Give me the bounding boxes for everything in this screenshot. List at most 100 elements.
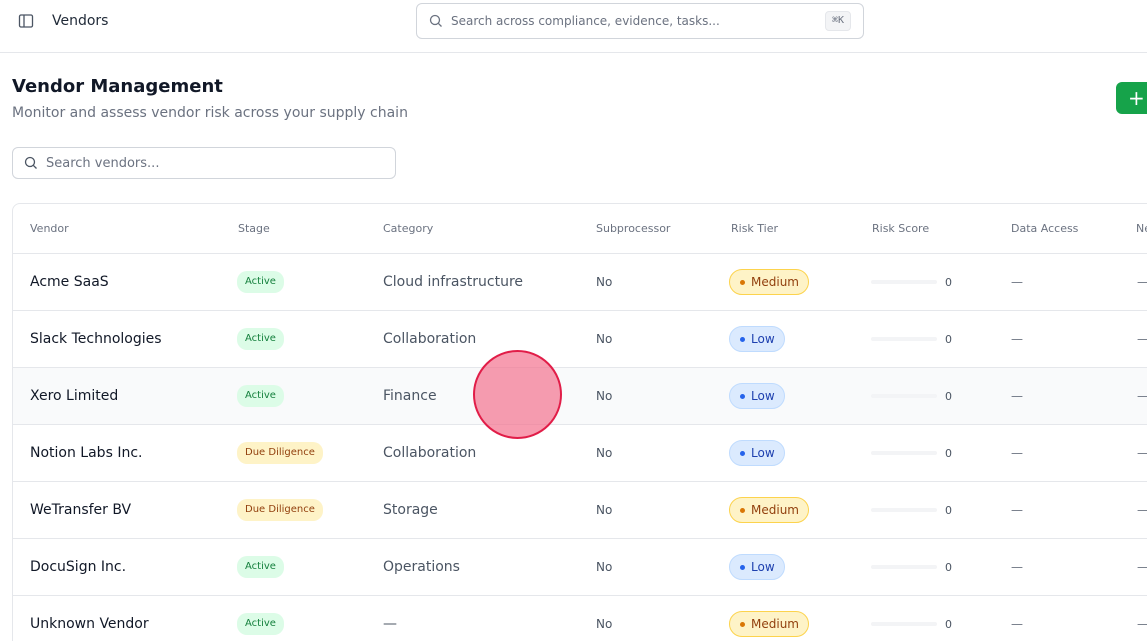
stage-badge: Due Diligence [237, 499, 323, 521]
risk-tier-badge: Medium [729, 497, 809, 523]
risk-score-bar [871, 508, 937, 512]
risk-tier-label: Medium [751, 503, 799, 517]
vendor-category: — [383, 616, 397, 632]
stage-badge: Active [237, 271, 284, 293]
data-access-value: — [1011, 617, 1023, 631]
vendor-category: Cloud infrastructure [383, 274, 523, 290]
risk-score-value: 0 [945, 560, 952, 574]
vendor-name[interactable]: DocuSign Inc. [30, 559, 126, 575]
add-vendor-button[interactable]: + [1116, 82, 1147, 114]
data-access-value: — [1011, 332, 1023, 346]
vendor-name[interactable]: Unknown Vendor [30, 616, 149, 632]
risk-tier-badge: Low [729, 554, 785, 580]
data-access-value: — [1011, 560, 1023, 574]
stage-badge: Active [237, 613, 284, 635]
table-row[interactable]: Acme SaaS Active Cloud infrastructure No Med… [13, 254, 1147, 311]
risk-score-value: 0 [945, 446, 952, 460]
column-header-vendor[interactable]: Vendor [30, 222, 69, 235]
next-review-value: — [1137, 446, 1147, 460]
stage-badge: Due Diligence [237, 442, 323, 464]
column-header-next[interactable]: Ne [1136, 222, 1147, 235]
stage-badge: Active [237, 328, 284, 350]
next-review-value: — [1137, 332, 1147, 346]
risk-dot-icon [740, 450, 745, 456]
subprocessor-value: No [596, 617, 613, 631]
risk-score-bar [871, 337, 937, 341]
sidebar-toggle-icon[interactable] [17, 12, 35, 30]
column-header-risk-tier[interactable]: Risk Tier [731, 222, 778, 235]
vendor-search-placeholder: Search vendors... [46, 155, 160, 171]
shortcut-hint: ⌘K [824, 11, 851, 31]
risk-dot-icon [740, 507, 745, 513]
risk-tier-badge: Low [729, 440, 785, 466]
risk-score-bar [871, 622, 937, 626]
risk-dot-icon [740, 279, 745, 285]
risk-score-value: 0 [945, 617, 952, 631]
table-row[interactable]: Unknown Vendor Active — No Medium 0 — — [13, 596, 1147, 641]
data-access-value: — [1011, 275, 1023, 289]
page-subtitle: Monitor and assess vendor risk across yo… [12, 105, 408, 121]
column-header-category[interactable]: Category [383, 222, 433, 235]
global-search-input[interactable]: Search across compliance, evidence, task… [416, 3, 864, 39]
vendor-name[interactable]: WeTransfer BV [30, 502, 131, 518]
table-header: Vendor Stage Category Subprocessor Risk … [13, 204, 1147, 254]
vendor-search-input[interactable]: Search vendors... [12, 147, 396, 179]
risk-tier-badge: Medium [729, 611, 809, 637]
next-review-value: — [1137, 275, 1147, 289]
page-title: Vendor Management [12, 76, 223, 97]
vendor-name[interactable]: Slack Technologies [30, 331, 162, 347]
risk-score-value: 0 [945, 503, 952, 517]
vendor-name[interactable]: Xero Limited [30, 388, 118, 404]
data-access-value: — [1011, 446, 1023, 460]
data-access-value: — [1011, 389, 1023, 403]
risk-score-value: 0 [945, 275, 952, 289]
table-row[interactable]: Notion Labs Inc. Due Diligence Collaborati… [13, 425, 1147, 482]
subprocessor-value: No [596, 332, 613, 346]
next-review-value: — [1137, 560, 1147, 574]
table-row[interactable]: Xero Limited Active Finance No Low 0 — — [13, 368, 1147, 425]
vendor-category: Collaboration [383, 331, 477, 347]
risk-tier-label: Low [751, 389, 775, 403]
risk-score-bar [871, 394, 937, 398]
risk-tier-badge: Low [729, 383, 785, 409]
stage-badge: Active [237, 385, 284, 407]
data-access-value: — [1011, 503, 1023, 517]
risk-tier-badge: Low [729, 326, 785, 352]
risk-tier-label: Low [751, 332, 775, 346]
subprocessor-value: No [596, 560, 613, 574]
risk-dot-icon [740, 393, 745, 399]
risk-tier-label: Medium [751, 275, 799, 289]
search-icon [24, 156, 38, 170]
vendor-table: Vendor Stage Category Subprocessor Risk … [12, 203, 1147, 641]
subprocessor-value: No [596, 446, 613, 460]
risk-dot-icon [740, 564, 745, 570]
column-header-data-access[interactable]: Data Access [1011, 222, 1078, 235]
global-search-placeholder: Search across compliance, evidence, task… [451, 14, 720, 28]
table-row[interactable]: WeTransfer BV Due Diligence Storage No Mediu… [13, 482, 1147, 539]
column-header-risk-score[interactable]: Risk Score [872, 222, 929, 235]
next-review-value: — [1137, 617, 1147, 631]
risk-dot-icon [740, 621, 745, 627]
risk-tier-label: Low [751, 560, 775, 574]
column-header-stage[interactable]: Stage [238, 222, 270, 235]
vendor-name[interactable]: Notion Labs Inc. [30, 445, 142, 461]
vendor-category: Finance [383, 388, 437, 404]
vendor-category: Collaboration [383, 445, 477, 461]
risk-score-bar [871, 280, 937, 284]
vendor-category: Operations [383, 559, 460, 575]
risk-tier-label: Medium [751, 617, 799, 631]
table-row[interactable]: Slack Technologies Active Collaboration No L… [13, 311, 1147, 368]
risk-score-value: 0 [945, 389, 952, 403]
subprocessor-value: No [596, 503, 613, 517]
table-row[interactable]: DocuSign Inc. Active Operations No Low 0 — — [13, 539, 1147, 596]
page-breadcrumb: Vendors [52, 13, 109, 29]
next-review-value: — [1137, 503, 1147, 517]
next-review-value: — [1137, 389, 1147, 403]
risk-tier-badge: Medium [729, 269, 809, 295]
search-icon [429, 14, 443, 28]
risk-tier-label: Low [751, 446, 775, 460]
vendor-name[interactable]: Acme SaaS [30, 274, 109, 290]
column-header-subprocessor[interactable]: Subprocessor [596, 222, 670, 235]
risk-score-value: 0 [945, 332, 952, 346]
risk-dot-icon [740, 336, 745, 342]
